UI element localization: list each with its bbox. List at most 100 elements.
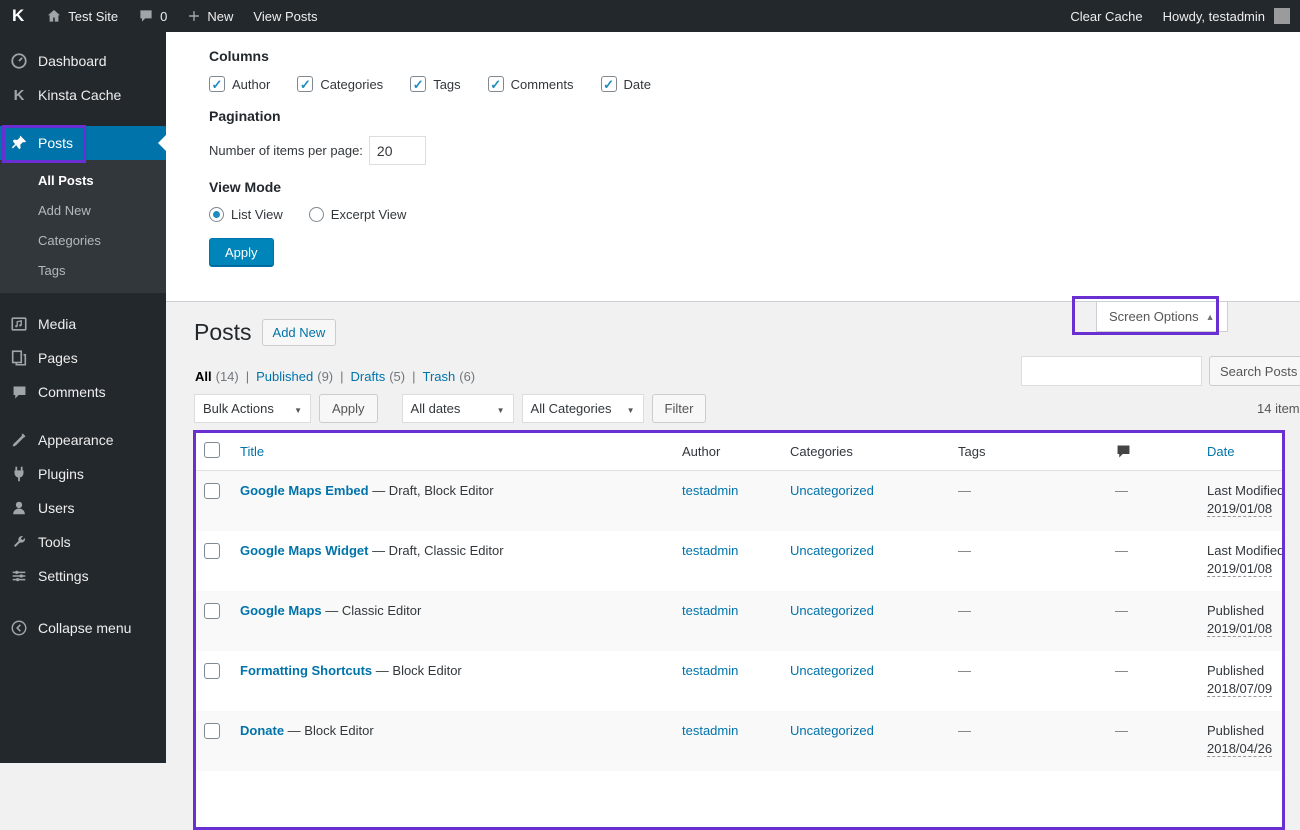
home-icon [46,8,62,24]
column-checkbox-comments[interactable]: Comments [487,76,574,92]
author-link[interactable]: testadmin [682,603,738,618]
bulk-apply-button[interactable]: Apply [319,394,378,423]
sidebar-item-kinsta-cache[interactable]: Kinsta Cache [0,78,166,112]
search-posts-button[interactable]: Search Posts [1209,356,1300,386]
post-title-link[interactable]: Google Maps Widget [240,543,368,558]
sidebar-item-users[interactable]: Users [0,491,166,525]
post-state: — Block Editor [284,723,374,738]
submenu-categories[interactable]: Categories [0,225,166,255]
checkbox-label: Comments [510,76,574,92]
author-link[interactable]: testadmin [682,663,738,678]
sidebar-item-posts[interactable]: Posts [0,126,166,160]
post-title-link[interactable]: Formatting Shortcuts [240,663,372,678]
radio-selected-icon[interactable] [209,207,224,222]
date-status: Published [1207,723,1265,738]
sidebar-item-appearance[interactable]: Appearance [0,423,166,457]
radio-icon[interactable] [308,207,324,222]
page-title: Posts [194,319,252,345]
site-name-menu[interactable]: Test Site [36,0,128,32]
view-mode-list[interactable]: List View [209,207,283,222]
author-link[interactable]: testadmin [682,483,738,498]
search-input[interactable] [1021,356,1202,386]
sort-title-header[interactable]: Title [240,444,264,459]
screen-options-apply-button[interactable]: Apply [209,238,274,267]
sort-date-header[interactable]: Date [1207,444,1234,459]
clear-cache-link[interactable]: Clear Cache [1060,0,1152,32]
submenu-add-new[interactable]: Add New [0,195,166,225]
checkbox-checked-icon[interactable] [209,76,225,92]
select-all-checkbox[interactable] [204,442,220,458]
sidebar-item-label: Appearance [38,432,114,448]
categories-filter-label: All Categories [530,401,612,416]
column-checkbox-date[interactable]: Date [600,76,651,92]
categories-filter-select[interactable]: All Categories [521,394,644,423]
author-link[interactable]: testadmin [682,723,738,738]
row-checkbox[interactable] [204,723,220,739]
column-checkbox-categories[interactable]: Categories [297,76,383,92]
sidebar-item-settings[interactable]: Settings [0,559,166,593]
screen-options-tab-label: Screen Options [1109,309,1199,324]
filter-button[interactable]: Filter [651,394,707,423]
sidebar-item-tools[interactable]: Tools [0,525,166,559]
checkbox-checked-icon[interactable] [410,76,427,92]
category-link[interactable]: Uncategorized [790,543,874,558]
filter-link[interactable]: Published [256,369,313,384]
checkbox-label: Author [232,76,271,92]
filter-all[interactable]: All (14) [195,369,256,384]
submenu-tags[interactable]: Tags [0,255,166,285]
dates-filter-label: All dates [410,401,461,416]
sidebar-item-pages[interactable]: Pages [0,341,166,375]
per-page-input[interactable] [368,136,426,165]
screen-options-tab[interactable]: Screen Options [1096,302,1228,332]
sidebar-item-label: Posts [38,135,74,151]
author-link[interactable]: testadmin [682,543,738,558]
checkbox-checked-icon[interactable] [600,76,617,92]
sidebar-item-media[interactable]: Media [0,307,166,341]
filter-link[interactable]: All [195,369,212,384]
tags-value: — [958,603,971,618]
date-status: Published [1207,603,1265,618]
row-checkbox[interactable] [204,483,220,499]
checkbox-checked-icon[interactable] [487,76,504,92]
filter-trash[interactable]: Trash (6) [422,369,475,384]
add-new-button[interactable]: Add New [261,319,337,347]
view-mode-excerpt[interactable]: Excerpt View [308,207,407,222]
categories-header: Categories [782,433,950,471]
kinsta-logo[interactable]: K [0,0,36,32]
collapse-menu-button[interactable]: Collapse menu [0,611,166,645]
filter-published[interactable]: Published (9) [256,369,350,384]
view-posts-link[interactable]: View Posts [243,0,327,32]
bulk-actions-select[interactable]: Bulk Actions [194,394,311,423]
dates-filter-select[interactable]: All dates [401,394,514,423]
new-menu[interactable]: New [177,0,243,32]
checkbox-checked-icon[interactable] [297,76,314,92]
row-checkbox[interactable] [204,543,220,559]
row-checkbox[interactable] [204,603,220,619]
sidebar-item-comments[interactable]: Comments [0,375,166,409]
sidebar-item-plugins[interactable]: Plugins [0,457,166,491]
category-link[interactable]: Uncategorized [790,603,874,618]
comment-icon [138,8,154,24]
filter-drafts[interactable]: Drafts (5) [351,369,423,384]
filter-link[interactable]: Drafts [351,369,386,384]
post-title-link[interactable]: Google Maps [240,603,322,618]
post-title-link[interactable]: Donate [240,723,284,738]
filter-link[interactable]: Trash [422,369,455,384]
filter-count: (9) [317,369,334,384]
post-title-link[interactable]: Google Maps Embed [240,483,369,498]
radio-label: Excerpt View [330,207,407,222]
column-checkbox-author[interactable]: Author [209,76,270,92]
category-link[interactable]: Uncategorized [790,723,874,738]
category-link[interactable]: Uncategorized [790,483,874,498]
sidebar-item-dashboard[interactable]: Dashboard [0,44,166,78]
column-checkbox-tags[interactable]: Tags [410,76,461,92]
row-checkbox[interactable] [204,663,220,679]
submenu-all-posts[interactable]: All Posts [0,165,166,195]
plus-icon [187,9,201,23]
category-link[interactable]: Uncategorized [790,663,874,678]
site-name-label: Test Site [68,8,119,24]
post-state: — Classic Editor [321,603,422,618]
howdy-menu[interactable]: Howdy, testadmin [1153,0,1300,32]
admin-bar-comments[interactable]: 0 [128,0,177,32]
status-filter-links: All(14) Published (9) Drafts(5) Trash (6) [195,369,475,384]
